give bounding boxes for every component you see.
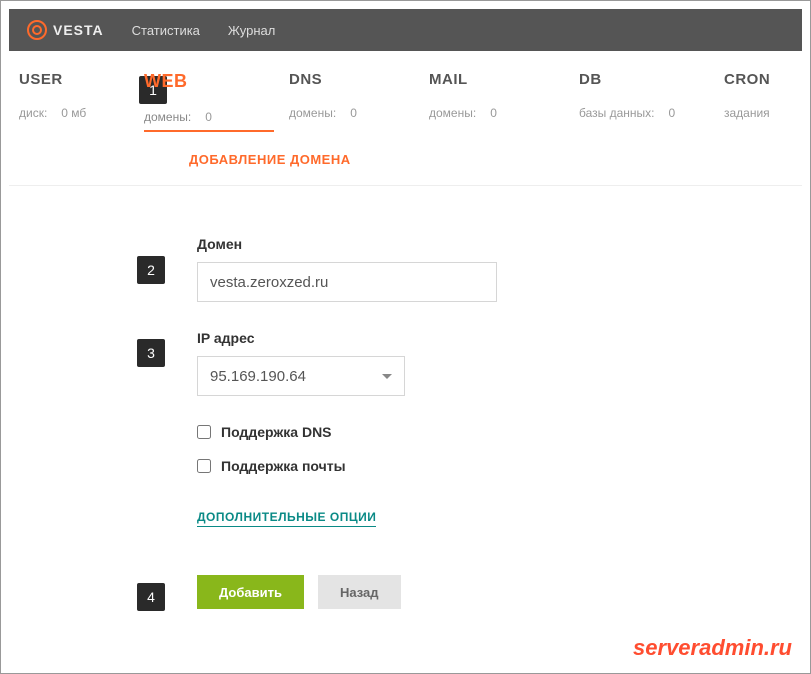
back-button[interactable]: Назад: [318, 575, 401, 609]
nav-log[interactable]: Журнал: [228, 23, 275, 38]
advanced-options-link[interactable]: ДОПОЛНИТЕЛЬНЫЕ ОПЦИИ: [197, 510, 376, 527]
tab-user[interactable]: USER диск: 0 мб: [19, 71, 144, 132]
ip-select[interactable]: 95.169.190.64: [197, 356, 405, 396]
tab-db-sub-value: 0: [669, 106, 676, 120]
tab-cron-sub-label: задания: [724, 106, 770, 120]
tab-web-underline: [144, 130, 274, 132]
tab-user-title: USER: [19, 71, 126, 88]
add-domain-form: Домен IP адрес 95.169.190.64 Поддержка D…: [9, 186, 802, 609]
vesta-logo-icon: [27, 20, 47, 40]
tab-cron-title: CRON: [724, 71, 786, 88]
tab-user-sub-value: 0 мб: [61, 106, 86, 120]
nav-stats[interactable]: Статистика: [132, 23, 200, 38]
tab-db-title: DB: [579, 71, 706, 88]
tab-web[interactable]: WEB домены: 0: [144, 71, 289, 132]
tab-dns-sub-label: домены:: [289, 106, 336, 120]
mail-support-row: Поддержка почты: [197, 458, 802, 474]
tab-db[interactable]: DB базы данных: 0: [579, 71, 724, 132]
dns-support-label: Поддержка DNS: [221, 424, 332, 440]
mail-support-checkbox[interactable]: [197, 459, 211, 473]
dns-support-row: Поддержка DNS: [197, 424, 802, 440]
section-tabs: USER диск: 0 мб WEB домены: 0 DNS домены…: [9, 51, 802, 133]
tab-db-sub-label: базы данных:: [579, 106, 655, 120]
annotation-badge-4: 4: [137, 583, 165, 611]
mail-support-label: Поддержка почты: [221, 458, 346, 474]
ip-select-value: 95.169.190.64: [210, 368, 306, 385]
chevron-down-icon: [382, 374, 392, 379]
tab-mail-title: MAIL: [429, 71, 561, 88]
subaction-add-domain[interactable]: ДОБАВЛЕНИЕ ДОМЕНА: [189, 152, 351, 167]
top-bar: VESTA Статистика Журнал: [9, 9, 802, 51]
tab-cron[interactable]: CRON задания: [724, 71, 804, 132]
brand-text: VESTA: [53, 22, 104, 38]
field-ip: IP адрес 95.169.190.64: [197, 330, 802, 396]
add-button[interactable]: Добавить: [197, 575, 304, 609]
domain-input[interactable]: [197, 262, 497, 302]
dns-support-checkbox[interactable]: [197, 425, 211, 439]
field-domain: Домен: [197, 236, 802, 302]
tab-web-sub-label: домены:: [144, 110, 191, 124]
subaction-row: ДОБАВЛЕНИЕ ДОМЕНА: [9, 133, 802, 186]
tab-web-title: WEB: [144, 71, 271, 92]
annotation-badge-2: 2: [137, 256, 165, 284]
tab-dns[interactable]: DNS домены: 0: [289, 71, 429, 132]
brand-logo[interactable]: VESTA: [27, 20, 104, 40]
tab-web-sub-value: 0: [205, 110, 212, 124]
ip-label: IP адрес: [197, 330, 802, 346]
tab-mail[interactable]: MAIL домены: 0: [429, 71, 579, 132]
button-row: Добавить Назад: [197, 575, 802, 609]
annotation-badge-3: 3: [137, 339, 165, 367]
tab-dns-title: DNS: [289, 71, 411, 88]
domain-label: Домен: [197, 236, 802, 252]
tab-dns-sub-value: 0: [350, 106, 357, 120]
tab-user-sub-label: диск:: [19, 106, 47, 120]
tab-mail-sub-label: домены:: [429, 106, 476, 120]
tab-mail-sub-value: 0: [490, 106, 497, 120]
watermark: serveradmin.ru: [633, 635, 792, 661]
